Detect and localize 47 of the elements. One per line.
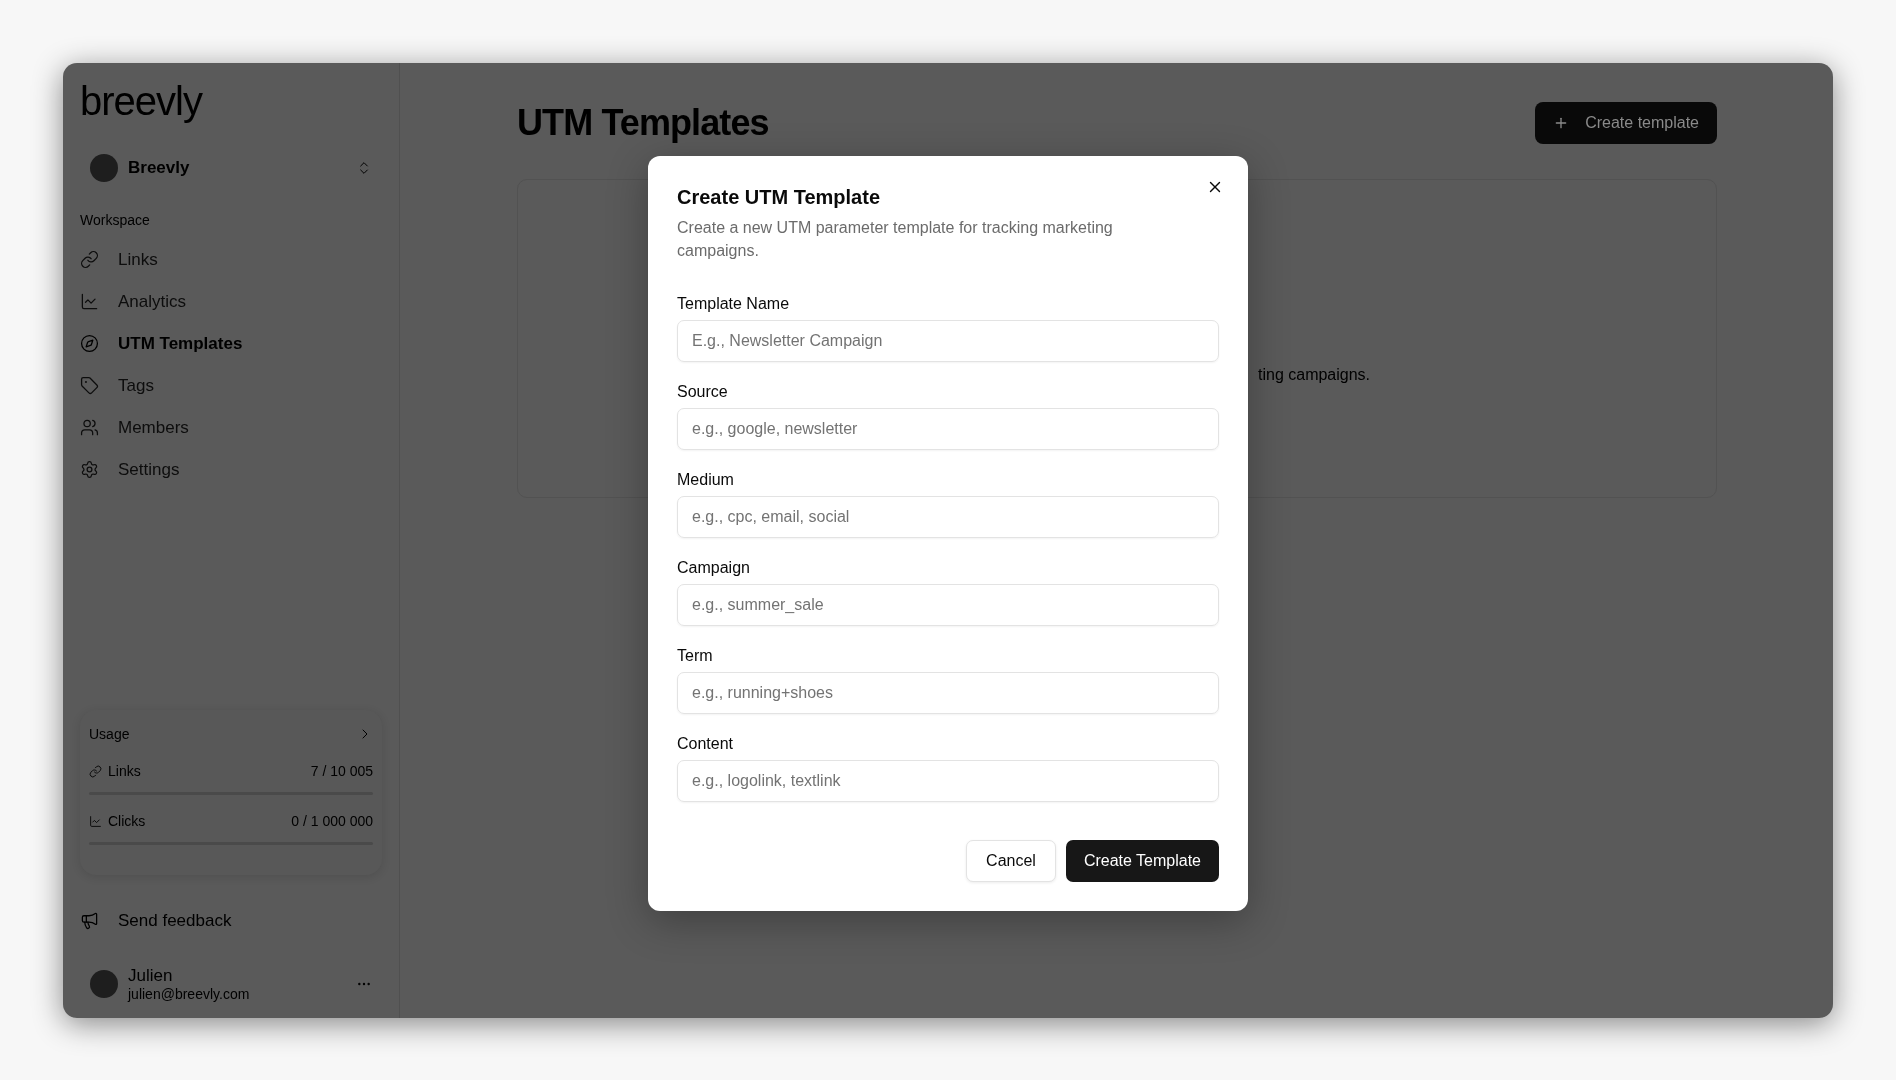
nav-item[interactable]: Tags — [80, 364, 382, 407]
link-icon — [80, 250, 99, 269]
usage-label: Links — [108, 761, 142, 781]
empty-state-text: ting campaigns. — [1257, 365, 1372, 385]
nav-item[interactable]: Links — [80, 238, 382, 281]
chart-icon — [80, 292, 99, 311]
input-field[interactable]: E.g., Newsletter Campaign — [677, 319, 1219, 362]
dialog-title: Create UTM Template — [677, 184, 880, 210]
workspace-avatar — [90, 153, 118, 182]
usage-header[interactable]: Usage — [89, 723, 373, 745]
feedback-button[interactable]: Send feedback — [80, 902, 382, 939]
workspace-switcher[interactable]: Breevly — [80, 147, 382, 188]
section-heading: Workspace — [80, 210, 150, 230]
user-name: Julien — [128, 964, 174, 986]
link-icon — [89, 764, 102, 778]
create-template-submit-button[interactable]: Create Template — [1065, 839, 1219, 882]
nav-item[interactable]: Members — [80, 406, 382, 449]
chart-icon — [89, 814, 102, 828]
user-email: julien@breevly.com — [128, 986, 251, 1004]
user-avatar — [90, 970, 118, 999]
input-field[interactable]: e.g., summer_sale — [677, 583, 1219, 626]
nav-item[interactable]: UTM Templates — [80, 322, 382, 365]
usage-reading: 0 / 1 000 000 — [291, 811, 373, 831]
nav-item[interactable]: Analytics — [80, 280, 382, 323]
field-label: Term — [677, 645, 714, 666]
compass-icon — [80, 334, 99, 353]
usage-label: Clicks — [108, 811, 147, 831]
nav-item[interactable]: Settings — [80, 448, 382, 491]
input-field[interactable]: e.g., google, newsletter — [677, 407, 1219, 450]
dialog-description: Create a new UTM parameter template for tracking marketing campaigns. — [677, 217, 1114, 261]
logo: breevly — [80, 80, 202, 121]
field-label: Source — [677, 381, 729, 402]
input-field[interactable]: e.g., running+shoes — [677, 671, 1219, 714]
page-title: UTM Templates — [517, 100, 769, 145]
field-label: Content — [677, 733, 735, 754]
create-template-button[interactable]: Create template — [1535, 101, 1717, 144]
input-field[interactable]: e.g., cpc, email, social — [677, 495, 1219, 538]
settings-icon — [80, 460, 99, 479]
usage-reading: 7 / 10 005 — [310, 761, 373, 781]
cancel-button[interactable]: Cancel — [966, 839, 1056, 882]
users-icon — [80, 418, 99, 437]
field-label: Medium — [677, 469, 735, 490]
field-label: Campaign — [677, 557, 751, 578]
tag-icon — [80, 376, 99, 395]
input-field[interactable]: e.g., logolink, textlink — [677, 759, 1219, 802]
megaphone-icon — [80, 911, 99, 931]
field-label: Template Name — [677, 293, 791, 314]
